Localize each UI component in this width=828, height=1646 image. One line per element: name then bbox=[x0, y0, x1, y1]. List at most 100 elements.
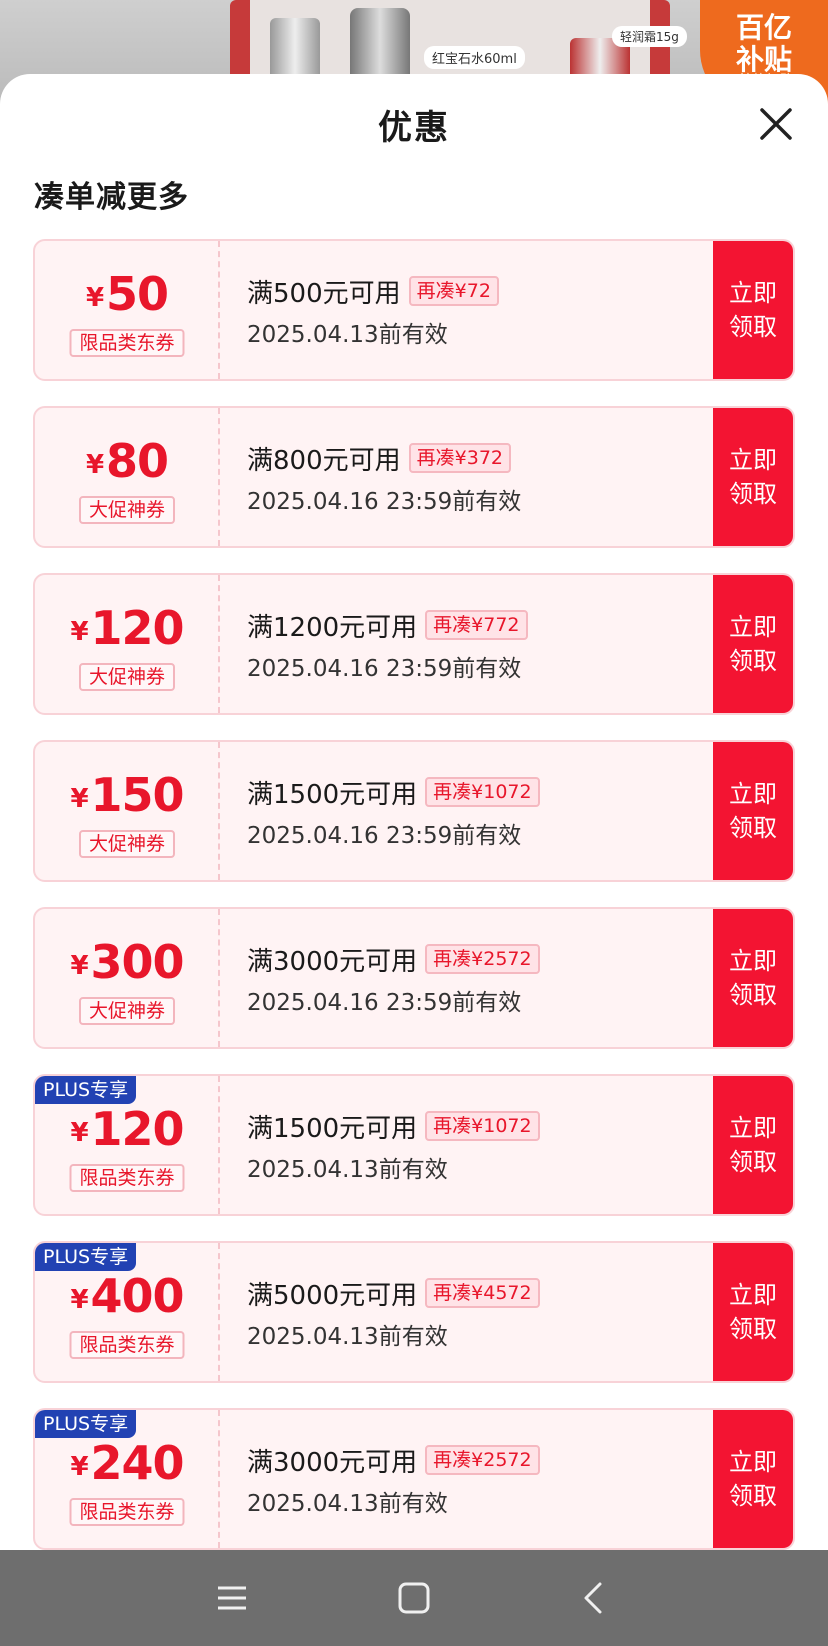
coupon-validity: 2025.04.13前有效 bbox=[247, 1324, 448, 1350]
coupon-amount-section: ¥120 大促神券 bbox=[35, 575, 219, 713]
currency-symbol: ¥ bbox=[70, 1452, 89, 1482]
coupon-amount-section: PLUS专享 ¥400 限品类东券 bbox=[35, 1243, 219, 1381]
claim-coupon-button[interactable]: 立即领取 bbox=[713, 241, 793, 379]
claim-coupon-button[interactable]: 立即领取 bbox=[713, 408, 793, 546]
claim-coupon-button[interactable]: 立即领取 bbox=[713, 742, 793, 880]
system-nav-bar bbox=[0, 1550, 828, 1646]
currency-symbol: ¥ bbox=[85, 450, 105, 480]
subsidy-badge-title: 百亿补贴 bbox=[736, 11, 793, 76]
currency-symbol: ¥ bbox=[70, 784, 89, 814]
coupon-card: ¥300 大促神券 满3000元可用 再凑¥2572 2025.04.16 23… bbox=[33, 907, 795, 1049]
coupon-condition: 满1500元可用 bbox=[247, 1113, 418, 1144]
coupon-validity: 2025.04.16 23:59前有效 bbox=[247, 656, 522, 682]
coupon-amount-section: PLUS专享 ¥240 限品类东券 bbox=[35, 1410, 219, 1548]
coupon-type-tag: 大促神券 bbox=[78, 663, 176, 691]
remaining-amount-badge: 再凑¥72 bbox=[408, 276, 499, 306]
coupon-amount-section: ¥80 大促神券 bbox=[35, 408, 219, 546]
claim-button-label: 立即领取 bbox=[729, 1281, 777, 1343]
menu-icon[interactable] bbox=[210, 1576, 254, 1620]
coupon-condition: 满3000元可用 bbox=[247, 946, 418, 977]
coupon-validity: 2025.04.13前有效 bbox=[247, 1491, 448, 1517]
remaining-amount-badge: 再凑¥372 bbox=[408, 443, 511, 473]
coupon-condition: 满1500元可用 bbox=[247, 779, 418, 810]
remaining-amount-badge: 再凑¥1072 bbox=[425, 1111, 540, 1141]
coupon-info: 满5000元可用 再凑¥4572 2025.04.13前有效 bbox=[247, 1273, 747, 1351]
coupon-condition: 满5000元可用 bbox=[247, 1280, 418, 1311]
coupon-value: 50 bbox=[106, 267, 169, 321]
coupon-condition: 满1200元可用 bbox=[247, 612, 418, 643]
coupon-info: 满3000元可用 再凑¥2572 2025.04.13前有效 bbox=[247, 1440, 747, 1518]
claim-coupon-button[interactable]: 立即领取 bbox=[713, 1410, 793, 1548]
remaining-amount-badge: 再凑¥4572 bbox=[425, 1278, 540, 1308]
coupon-value: 120 bbox=[90, 1102, 185, 1156]
back-icon[interactable] bbox=[572, 1576, 616, 1620]
home-icon[interactable] bbox=[392, 1576, 436, 1620]
coupon-card: ¥150 大促神券 满1500元可用 再凑¥1072 2025.04.16 23… bbox=[33, 740, 795, 882]
coupon-info: 满1500元可用 再凑¥1072 2025.04.16 23:59前有效 bbox=[247, 772, 747, 850]
coupon-amount: ¥240 bbox=[35, 1436, 219, 1490]
claim-button-label: 立即领取 bbox=[729, 279, 777, 341]
coupon-validity: 2025.04.16 23:59前有效 bbox=[247, 823, 522, 849]
claim-coupon-button[interactable]: 立即领取 bbox=[713, 575, 793, 713]
coupon-amount: ¥400 bbox=[35, 1269, 219, 1323]
coupon-value: 80 bbox=[106, 434, 169, 488]
coupon-card: ¥50 限品类东券 满500元可用 再凑¥72 2025.04.13前有效 立即… bbox=[33, 239, 795, 381]
currency-symbol: ¥ bbox=[70, 617, 89, 647]
coupon-info: 满500元可用 再凑¥72 2025.04.13前有效 bbox=[247, 271, 747, 349]
coupon-amount-section: ¥300 大促神券 bbox=[35, 909, 219, 1047]
currency-symbol: ¥ bbox=[70, 1118, 89, 1148]
coupon-validity: 2025.04.16 23:59前有效 bbox=[247, 990, 522, 1016]
remaining-amount-badge: 再凑¥772 bbox=[425, 610, 528, 640]
coupon-card: PLUS专享 ¥240 限品类东券 满3000元可用 再凑¥2572 2025.… bbox=[33, 1408, 795, 1550]
coupon-info: 满1200元可用 再凑¥772 2025.04.16 23:59前有效 bbox=[247, 605, 747, 683]
coupon-amount-section: ¥50 限品类东券 bbox=[35, 241, 219, 379]
plus-exclusive-badge: PLUS专享 bbox=[35, 1243, 137, 1271]
coupon-sheet: 优惠 凑单减更多 ¥50 限品类东券 满500元可用 再凑¥72 2025.04… bbox=[0, 74, 828, 1550]
remaining-amount-badge: 再凑¥2572 bbox=[425, 1445, 540, 1475]
remaining-amount-badge: 再凑¥2572 bbox=[425, 944, 540, 974]
plus-exclusive-badge: PLUS专享 bbox=[35, 1076, 137, 1104]
coupon-card: PLUS专享 ¥120 限品类东券 满1500元可用 再凑¥1072 2025.… bbox=[33, 1074, 795, 1216]
coupon-info: 满3000元可用 再凑¥2572 2025.04.16 23:59前有效 bbox=[247, 939, 747, 1017]
coupon-amount: ¥150 bbox=[35, 768, 219, 822]
coupon-info: 满800元可用 再凑¥372 2025.04.16 23:59前有效 bbox=[247, 438, 747, 516]
coupon-amount: ¥50 bbox=[35, 267, 219, 321]
coupon-value: 240 bbox=[90, 1436, 185, 1490]
plus-exclusive-badge: PLUS专享 bbox=[35, 1410, 137, 1438]
coupon-value: 400 bbox=[90, 1269, 185, 1323]
coupon-condition: 满3000元可用 bbox=[247, 1447, 418, 1478]
coupon-validity: 2025.04.16 23:59前有效 bbox=[247, 489, 522, 515]
coupon-amount-section: ¥150 大促神券 bbox=[35, 742, 219, 880]
currency-symbol: ¥ bbox=[85, 283, 105, 313]
coupon-amount: ¥300 bbox=[35, 935, 219, 989]
claim-button-label: 立即领取 bbox=[729, 446, 777, 508]
coupon-validity: 2025.04.13前有效 bbox=[247, 322, 448, 348]
coupon-amount: ¥120 bbox=[35, 1102, 219, 1156]
coupon-value: 300 bbox=[90, 935, 185, 989]
claim-button-label: 立即领取 bbox=[729, 613, 777, 675]
coupon-card: PLUS专享 ¥400 限品类东券 满5000元可用 再凑¥4572 2025.… bbox=[33, 1241, 795, 1383]
coupon-validity: 2025.04.13前有效 bbox=[247, 1157, 448, 1183]
coupon-value: 150 bbox=[90, 768, 185, 822]
claim-button-label: 立即领取 bbox=[729, 780, 777, 842]
coupon-card: ¥120 大促神券 满1200元可用 再凑¥772 2025.04.16 23:… bbox=[33, 573, 795, 715]
coupon-type-tag: 限品类东券 bbox=[69, 1164, 185, 1192]
close-icon[interactable] bbox=[756, 104, 796, 144]
coupon-condition: 满500元可用 bbox=[247, 278, 401, 309]
coupon-value: 120 bbox=[90, 601, 185, 655]
claim-coupon-button[interactable]: 立即领取 bbox=[713, 1076, 793, 1214]
coupon-type-tag: 大促神券 bbox=[78, 496, 176, 524]
claim-button-label: 立即领取 bbox=[729, 947, 777, 1009]
coupon-type-tag: 限品类东券 bbox=[69, 1498, 185, 1526]
coupon-info: 满1500元可用 再凑¥1072 2025.04.13前有效 bbox=[247, 1106, 747, 1184]
coupon-type-tag: 限品类东券 bbox=[69, 1331, 185, 1359]
currency-symbol: ¥ bbox=[70, 951, 89, 981]
product-label: 红宝石水60ml bbox=[424, 46, 525, 69]
claim-coupon-button[interactable]: 立即领取 bbox=[713, 1243, 793, 1381]
product-label: 轻润霜15g bbox=[612, 26, 687, 47]
coupon-card: ¥80 大促神券 满800元可用 再凑¥372 2025.04.16 23:59… bbox=[33, 406, 795, 548]
claim-coupon-button[interactable]: 立即领取 bbox=[713, 909, 793, 1047]
coupon-type-tag: 限品类东券 bbox=[69, 329, 185, 357]
currency-symbol: ¥ bbox=[70, 1285, 89, 1315]
sheet-title: 优惠 bbox=[378, 108, 450, 148]
